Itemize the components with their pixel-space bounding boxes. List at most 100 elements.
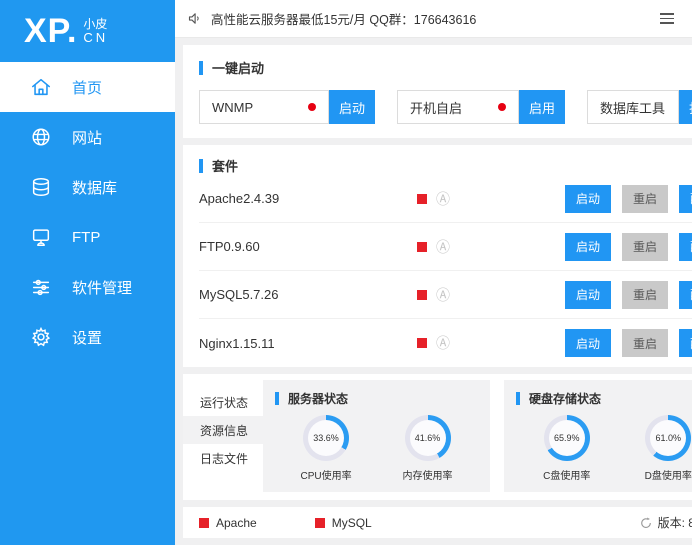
restart-button[interactable]: 重启 [622, 233, 668, 261]
content-area: 一键启动 WNMP 启动 开机自启 启用 [175, 38, 692, 545]
autostart-indicator-icon: Ⓐ [436, 336, 450, 350]
restart-button[interactable]: 重启 [622, 185, 668, 213]
sidebar-item-label: 设置 [72, 327, 102, 348]
enable-autostart-button[interactable]: 启用 [519, 90, 565, 124]
memory-gauge: 41.6% 内存使用率 [403, 415, 453, 482]
disk-status-box: 硬盘存储状态 65.9% C盘使用率 61.0% [504, 380, 692, 492]
gauge-label: C盘使用率 [543, 467, 590, 482]
speaker-icon [187, 11, 202, 26]
gauge-ring: 33.6% [303, 415, 349, 461]
service-name: Nginx1.15.11 [199, 336, 417, 351]
autostart-indicator-icon: Ⓐ [436, 288, 450, 302]
sidebar-item-home[interactable]: 首页 [0, 62, 175, 112]
footer-bar: Apache MySQL 版本: 8.1.1.3 [183, 507, 692, 538]
menu-icon[interactable] [660, 13, 674, 24]
status-boxes: 服务器状态 33.6% CPU使用率 41.6% [263, 380, 692, 492]
wnmp-selector[interactable]: WNMP [199, 90, 329, 124]
quick-start-controls: WNMP 启动 开机自启 启用 数据库工具 打开 [199, 90, 692, 124]
main-area: 高性能云服务器最低15元/月 QQ群：176643616 × 一键启动 WNMP… [175, 0, 692, 545]
sidebar-item-label: 数据库 [72, 177, 117, 198]
section-marker [199, 159, 203, 173]
stopped-indicator-icon [417, 242, 427, 252]
stopped-indicator-icon [315, 518, 325, 528]
service-name: Apache2.4.39 [199, 191, 417, 206]
logo-text: XP. [24, 14, 77, 48]
stopped-indicator-icon [417, 338, 427, 348]
status-tabs: 运行状态 资源信息 日志文件 [183, 380, 263, 492]
config-button[interactable]: 配置 [679, 329, 692, 357]
start-button[interactable]: 启动 [565, 185, 611, 213]
config-button[interactable]: 配置 [679, 185, 692, 213]
section-marker [199, 61, 203, 75]
sidebar-item-label: 网站 [72, 127, 102, 148]
titlebar: 高性能云服务器最低15元/月 QQ群：176643616 × [175, 0, 692, 38]
sidebar-item-label: 首页 [72, 77, 102, 98]
autostart-selector[interactable]: 开机自启 [397, 90, 519, 124]
home-icon [30, 76, 52, 98]
globe-icon [30, 126, 52, 148]
gear-icon [30, 326, 52, 348]
sidebar-item-ftp[interactable]: FTP [0, 212, 175, 262]
tab-resource-info[interactable]: 资源信息 [183, 416, 263, 444]
monitor-icon [30, 226, 52, 248]
gauge-value: 61.0% [655, 433, 681, 443]
stopped-indicator-icon [417, 194, 427, 204]
sidebar-item-website[interactable]: 网站 [0, 112, 175, 162]
config-button[interactable]: 配置 [679, 233, 692, 261]
section-marker [275, 392, 279, 405]
server-gauges: 33.6% CPU使用率 41.6% 内存使用率 [275, 415, 478, 482]
suite-row-ftp: FTP0.9.60 Ⓐ 启动 重启 配置 [199, 223, 692, 271]
sidebar-item-label: 软件管理 [72, 277, 132, 298]
gauge-label: CPU使用率 [300, 467, 351, 482]
stopped-indicator-icon [417, 290, 427, 300]
tab-log-files[interactable]: 日志文件 [183, 444, 263, 472]
disk-d-gauge: 61.0% D盘使用率 [645, 415, 692, 482]
database-icon [30, 176, 52, 198]
autostart-group: 开机自启 启用 [397, 90, 565, 124]
row-actions: 启动 重启 配置 [565, 281, 692, 309]
tab-run-status[interactable]: 运行状态 [183, 388, 263, 416]
restart-button[interactable]: 重启 [622, 281, 668, 309]
dbtool-label-box: 数据库工具 [587, 90, 679, 124]
footer-service-mysql: MySQL [315, 516, 372, 530]
row-actions: 启动 重启 配置 [565, 185, 692, 213]
server-status-box: 服务器状态 33.6% CPU使用率 41.6% [263, 380, 490, 492]
disk-c-gauge: 65.9% C盘使用率 [543, 415, 590, 482]
suite-row-nginx: Nginx1.15.11 Ⓐ 启动 重启 配置 [199, 319, 692, 367]
logo-subtext: 小皮 CN [83, 16, 108, 47]
stopped-indicator-icon [199, 518, 209, 528]
config-button[interactable]: 配置 [679, 281, 692, 309]
row-actions: 启动 重启 配置 [565, 233, 692, 261]
status-dot-red [308, 103, 316, 111]
restart-button[interactable]: 重启 [622, 329, 668, 357]
disk-gauges: 65.9% C盘使用率 61.0% D盘使用率 [516, 415, 692, 482]
sidebar-item-settings[interactable]: 设置 [0, 312, 175, 362]
gauge-ring: 61.0% [645, 415, 691, 461]
window-controls: × [660, 11, 692, 27]
footer-service-apache: Apache [199, 516, 257, 530]
start-button[interactable]: 启动 [565, 281, 611, 309]
disk-status-title: 硬盘存储状态 [516, 390, 692, 407]
status-panel: 运行状态 资源信息 日志文件 服务器状态 33.6% CP [183, 374, 692, 500]
suite-row-apache: Apache2.4.39 Ⓐ 启动 重启 配置 [199, 175, 692, 223]
suite-panel: 套件 Apache2.4.39 Ⓐ 启动 重启 配置 FTP0.9.60 Ⓐ 启… [183, 145, 692, 367]
service-name: FTP0.9.60 [199, 239, 417, 254]
open-dbtool-button[interactable]: 打开 [679, 90, 692, 124]
app-logo: XP. 小皮 CN [0, 0, 175, 62]
gauge-value: 65.9% [554, 433, 580, 443]
sliders-icon [30, 276, 52, 298]
sidebar-item-software[interactable]: 软件管理 [0, 262, 175, 312]
dbtool-group: 数据库工具 打开 [587, 90, 692, 124]
sidebar-item-label: FTP [72, 229, 100, 246]
gauge-value: 41.6% [415, 433, 441, 443]
start-button[interactable]: 启动 [565, 329, 611, 357]
sidebar-item-database[interactable]: 数据库 [0, 162, 175, 212]
gauge-ring: 65.9% [544, 415, 590, 461]
announcement-text: 高性能云服务器最低15元/月 QQ群：176643616 [211, 9, 476, 28]
quick-start-title: 一键启动 [199, 58, 692, 77]
start-button[interactable]: 启动 [565, 233, 611, 261]
suite-title: 套件 [199, 156, 692, 175]
autostart-indicator-icon: Ⓐ [436, 192, 450, 206]
start-all-button[interactable]: 启动 [329, 90, 375, 124]
service-name: MySQL5.7.26 [199, 287, 417, 302]
